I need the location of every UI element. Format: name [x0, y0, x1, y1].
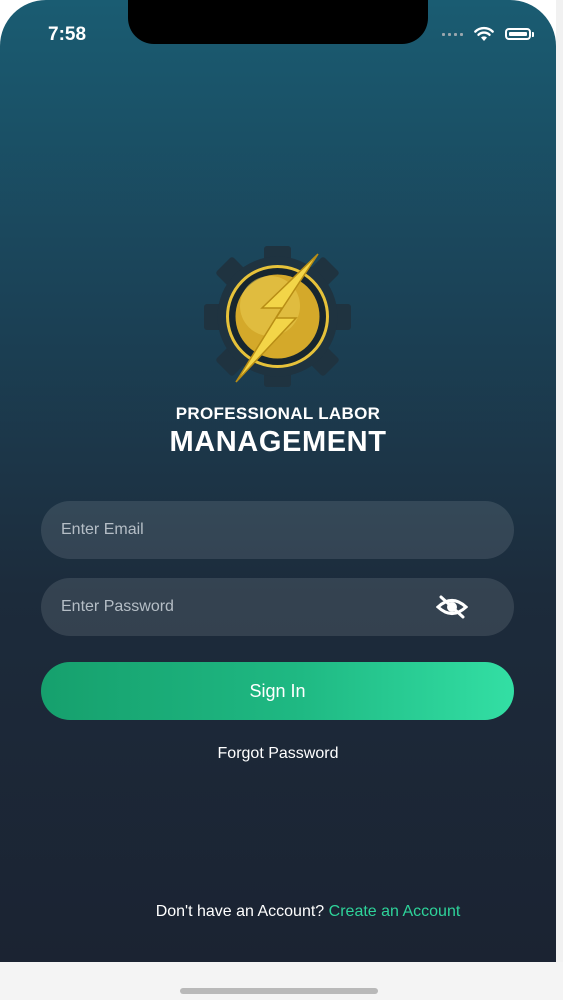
sign-in-button[interactable]: Sign In: [41, 662, 514, 720]
device-notch: [128, 0, 428, 44]
password-field[interactable]: [41, 578, 514, 636]
brand-title-line1: PROFESSIONAL LABOR: [175, 404, 381, 423]
create-account-row: Don't have an Account? Create an Account: [0, 903, 556, 921]
email-input[interactable]: [59, 520, 496, 540]
eye-slash-icon[interactable]: [434, 593, 470, 621]
password-input[interactable]: [59, 597, 434, 617]
home-indicator: [180, 988, 378, 994]
battery-icon: [505, 28, 534, 40]
bottom-strip: [0, 962, 563, 1000]
cellular-signal-icon: [442, 32, 463, 36]
forgot-password-link[interactable]: Forgot Password: [0, 745, 556, 763]
status-icons: [442, 26, 534, 42]
create-account-link[interactable]: Create an Account: [329, 903, 461, 920]
device-edge: [556, 0, 563, 962]
gear-lightning-logo: [204, 246, 351, 387]
brand-title-line2: MANAGEMENT: [169, 426, 387, 458]
login-screen: 7:58 PROFESSIONAL LABOR MANAGEMENT Enter…: [0, 0, 556, 962]
status-time: 7:58: [48, 24, 87, 45]
account-prompt: Don't have an Account?: [155, 903, 325, 920]
wifi-icon: [474, 26, 494, 41]
email-field[interactable]: [41, 501, 514, 559]
